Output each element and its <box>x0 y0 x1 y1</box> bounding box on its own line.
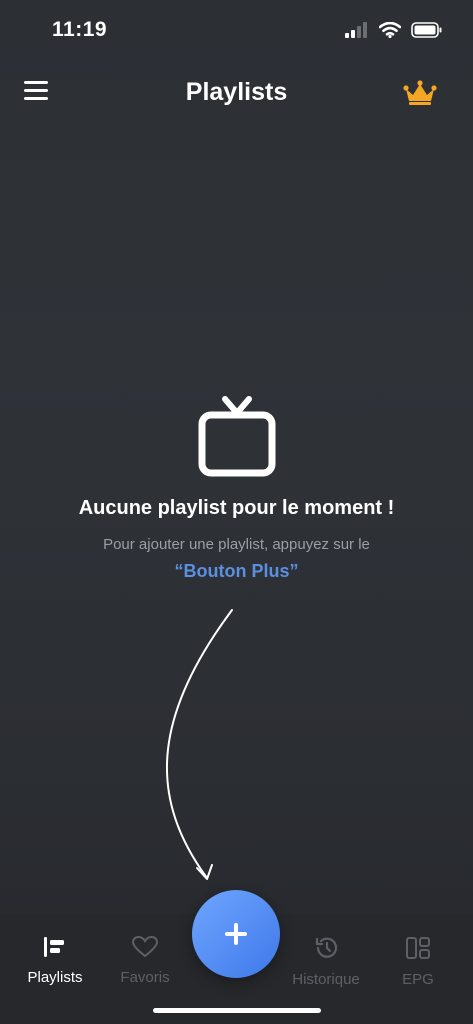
add-button-hint-link: “Bouton Plus” <box>174 561 299 581</box>
tab-favoris[interactable]: Favoris <box>100 935 190 986</box>
empty-state-title: Aucune playlist pour le moment ! <box>78 497 395 519</box>
tab-label: Playlists <box>27 969 83 986</box>
playlists-icon <box>44 937 64 957</box>
tab-label: Historique <box>292 971 360 988</box>
tab-historique[interactable]: Historique <box>281 936 371 988</box>
heart-icon <box>131 935 159 958</box>
grid-icon <box>406 937 430 959</box>
home-indicator <box>153 1008 321 1013</box>
tab-label: EPG <box>402 971 434 988</box>
history-icon <box>315 937 338 958</box>
tab-epg[interactable]: EPG <box>373 936 463 988</box>
add-playlist-button[interactable] <box>192 890 280 978</box>
tv-icon <box>198 396 275 477</box>
tab-label: Favoris <box>120 969 170 986</box>
tab-playlists[interactable]: Playlists <box>10 936 100 986</box>
app-screen: 11:19 Playlists Aucune playlist pour le … <box>0 0 473 1024</box>
empty-state-subtitle: Pour ajouter une playlist, appuyez sur l… <box>103 536 370 553</box>
empty-state: Aucune playlist pour le moment ! Pour aj… <box>0 395 473 582</box>
plus-icon <box>225 923 247 945</box>
